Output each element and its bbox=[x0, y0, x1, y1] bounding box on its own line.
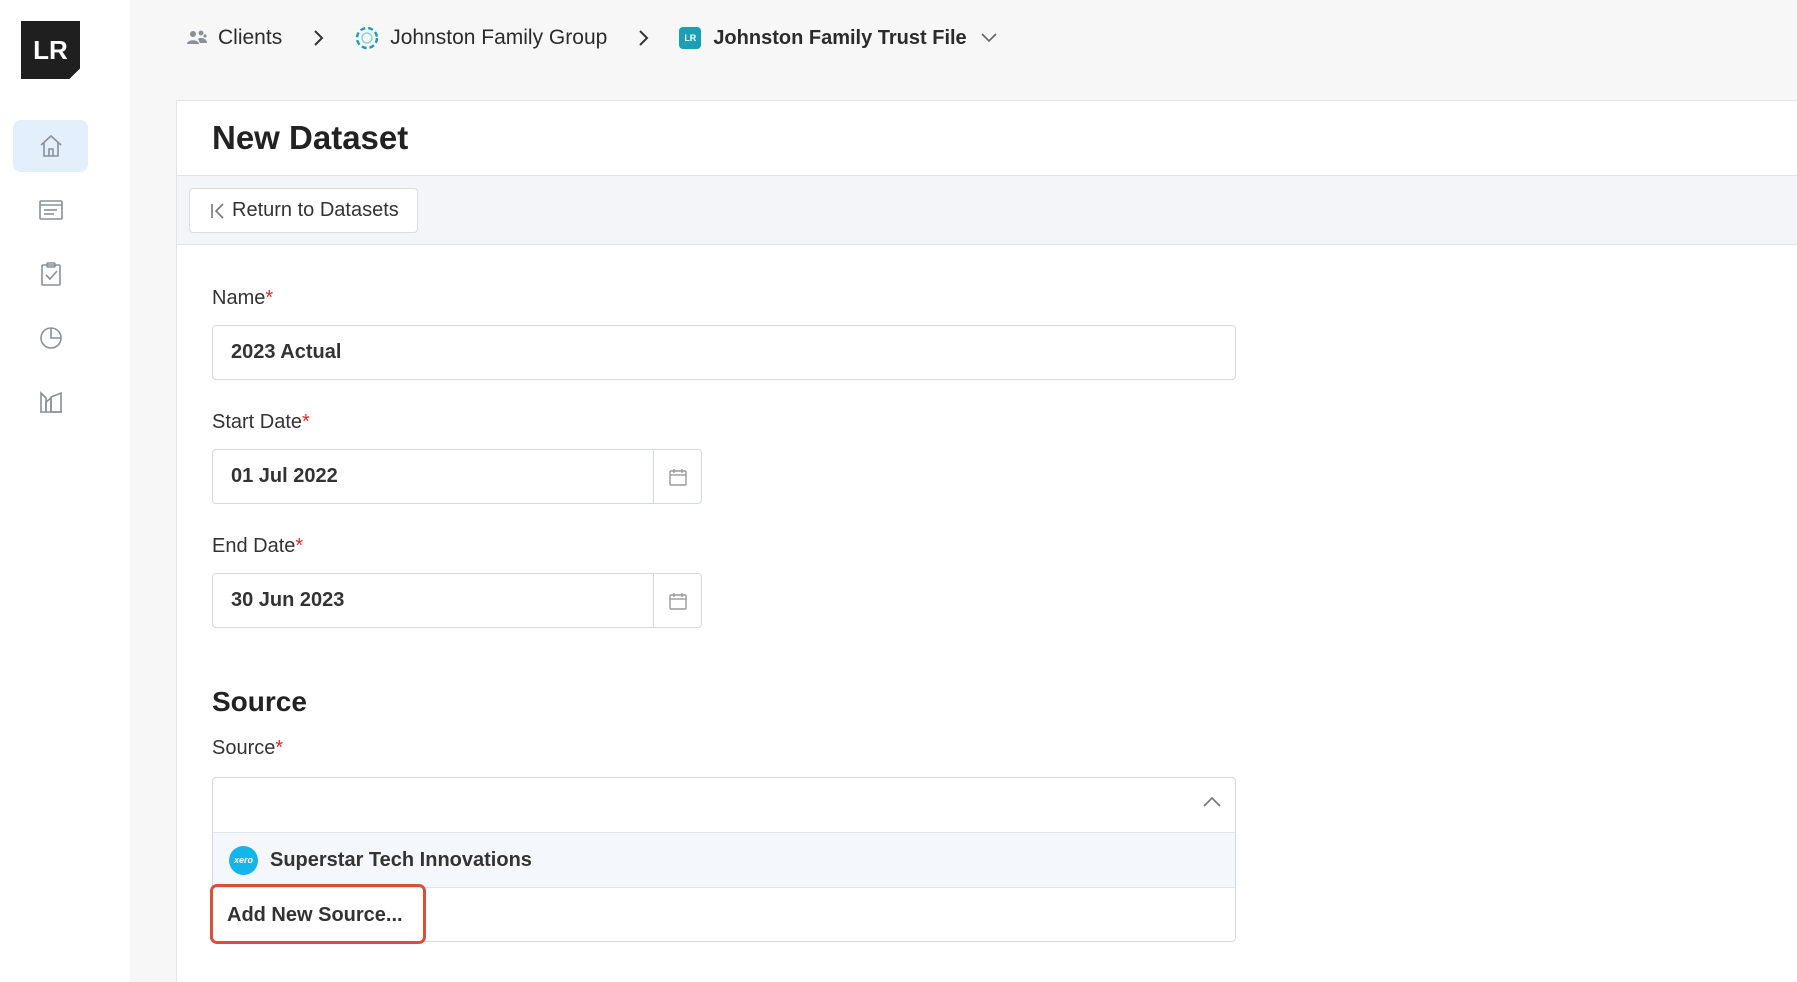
chevron-down-icon bbox=[981, 33, 997, 43]
required-mark: * bbox=[265, 287, 274, 309]
breadcrumb: Clients Johnston Family Group LR Johnsto… bbox=[130, 0, 1797, 76]
chevron-up-icon bbox=[1203, 796, 1221, 807]
calendar-icon bbox=[668, 468, 687, 486]
source-option-label: Superstar Tech Innovations bbox=[270, 848, 532, 871]
source-dropdown[interactable]: xero Superstar Tech Innovations Add New … bbox=[212, 777, 1236, 942]
start-date-label-text: Start Date bbox=[212, 411, 303, 433]
xero-logo-icon: xero bbox=[229, 845, 258, 875]
nav-tasks[interactable] bbox=[13, 248, 88, 300]
name-label: Name* bbox=[212, 287, 273, 310]
breadcrumb-clients-label: Clients bbox=[218, 26, 283, 49]
home-icon bbox=[39, 134, 62, 157]
end-date-calendar-button[interactable] bbox=[653, 574, 701, 627]
source-section-title: Source bbox=[212, 686, 307, 717]
source-label: Source* bbox=[212, 737, 283, 760]
breadcrumb-file-selector[interactable]: LR Johnston Family Trust File bbox=[679, 27, 1006, 50]
breadcrumb-group[interactable]: Johnston Family Group bbox=[354, 25, 607, 51]
required-mark: * bbox=[275, 737, 284, 759]
source-select-input[interactable] bbox=[213, 778, 1235, 833]
app-logo[interactable]: LR bbox=[21, 21, 80, 79]
start-date-calendar-button[interactable] bbox=[653, 450, 701, 503]
start-date-field[interactable]: 01 Jul 2022 bbox=[212, 449, 702, 504]
return-to-datasets-button[interactable]: Return to Datasets bbox=[189, 188, 418, 233]
name-label-text: Name bbox=[212, 287, 266, 309]
source-label-text: Source bbox=[212, 737, 276, 759]
document-list-icon bbox=[38, 200, 63, 220]
pie-chart-icon bbox=[39, 327, 62, 349]
chevron-right-icon bbox=[312, 29, 324, 47]
group-circle-icon bbox=[356, 26, 379, 50]
required-mark: * bbox=[295, 535, 304, 557]
end-date-value: 30 Jun 2023 bbox=[231, 589, 345, 611]
people-icon bbox=[187, 30, 207, 44]
lr-file-icon: LR bbox=[679, 27, 702, 49]
nav-home[interactable] bbox=[13, 120, 88, 172]
return-arrow-icon bbox=[211, 202, 224, 219]
name-input[interactable]: 2023 Actual bbox=[212, 325, 1236, 380]
breadcrumb-clients[interactable]: Clients bbox=[186, 26, 282, 50]
add-new-source-label: Add New Source... bbox=[227, 904, 403, 926]
sidebar: LR bbox=[0, 0, 130, 982]
chevron-right-icon bbox=[637, 29, 649, 47]
building-chart-icon bbox=[39, 391, 62, 413]
required-mark: * bbox=[302, 411, 310, 433]
calendar-icon bbox=[668, 592, 687, 610]
end-date-label: End Date* bbox=[212, 535, 303, 558]
add-new-source-option[interactable]: Add New Source... bbox=[213, 888, 1235, 941]
end-date-label-text: End Date bbox=[212, 535, 296, 557]
nav-documents[interactable] bbox=[13, 184, 88, 236]
panel-toolbar: Return to Datasets bbox=[177, 175, 1797, 245]
name-value: 2023 Actual bbox=[231, 341, 342, 363]
start-date-label: Start Date* bbox=[212, 411, 310, 434]
new-dataset-panel: New Dataset Return to Datasets Name* 202… bbox=[176, 100, 1797, 982]
nav-benchmarks[interactable] bbox=[13, 376, 88, 428]
clipboard-check-icon bbox=[40, 262, 61, 286]
start-date-value: 01 Jul 2022 bbox=[231, 465, 338, 487]
page-title: New Dataset bbox=[212, 119, 409, 156]
breadcrumb-file-label: Johnston Family Trust File bbox=[713, 26, 967, 49]
nav-reports[interactable] bbox=[13, 312, 88, 364]
end-date-field[interactable]: 30 Jun 2023 bbox=[212, 573, 702, 628]
source-option-superstar[interactable]: xero Superstar Tech Innovations bbox=[213, 833, 1235, 888]
breadcrumb-group-label: Johnston Family Group bbox=[390, 26, 608, 49]
return-label: Return to Datasets bbox=[232, 199, 399, 221]
